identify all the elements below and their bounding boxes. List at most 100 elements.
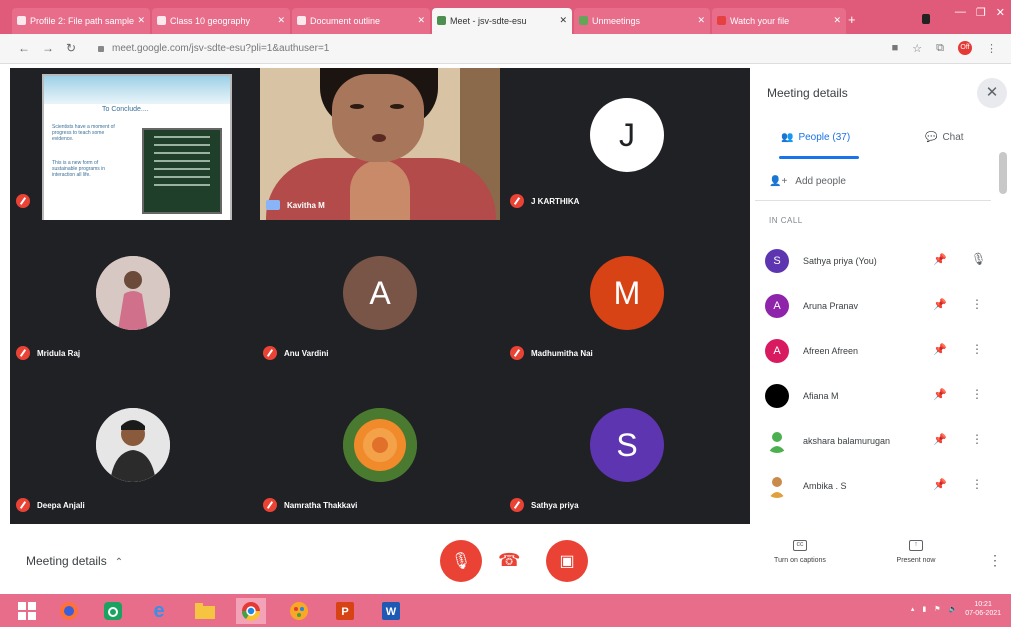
participant-name-tag: Mridula Raj	[16, 346, 80, 360]
more-options-icon[interactable]: ⋮	[971, 297, 983, 311]
tab-close-icon[interactable]: ✕	[137, 15, 145, 26]
camera-toggle-button[interactable]: ▣	[546, 540, 588, 582]
participant-avatar: M	[590, 256, 664, 330]
reload-icon[interactable]: ↻	[66, 41, 76, 55]
back-icon[interactable]: ←	[18, 41, 30, 55]
present-now-button[interactable]: ↑ Present now	[876, 540, 956, 564]
more-options-icon[interactable]: ⋮	[971, 387, 983, 401]
address-bar[interactable]: meet.google.com/jsv-sdte-esu?pli=1&authu…	[98, 39, 878, 59]
mic-icon: 🎙	[971, 252, 987, 266]
participant-tile[interactable]: Namratha Thakkavi	[257, 372, 503, 524]
mic-off-icon	[510, 498, 524, 512]
hang-up-icon[interactable]: ☎	[498, 550, 520, 571]
participant-tile[interactable]: S Sathya priya	[504, 372, 750, 524]
participant-row[interactable]: A Aruna Pranav 📌 ⋮	[765, 283, 995, 328]
active-tab-indicator	[779, 156, 859, 159]
browser-actions: ■ ☆ ⧉ Off ⋮	[892, 41, 997, 55]
pin-icon[interactable]: 📌	[933, 433, 947, 446]
bookmark-star-icon[interactable]: ☆	[912, 42, 922, 55]
active-speaker-video[interactable]: Kavitha M	[260, 68, 500, 220]
browser-tab[interactable]: Class 10 geography ✕	[152, 8, 290, 34]
pin-icon[interactable]: 📌	[933, 253, 947, 266]
volume-icon[interactable]: 🔈	[948, 605, 957, 613]
menu-kebab-icon[interactable]: ⋮	[986, 42, 997, 55]
microphone-toggle-button[interactable]: 🎙	[440, 540, 482, 582]
participant-avatar: A	[765, 338, 789, 363]
forward-icon[interactable]: →	[42, 41, 54, 55]
internet-explorer-icon[interactable]: e	[144, 598, 174, 624]
maximize-icon[interactable]: ❐	[976, 6, 986, 19]
paint-app-icon[interactable]	[284, 598, 314, 624]
pin-icon[interactable]: 📌	[933, 298, 947, 311]
participant-name: Ambika . S	[803, 480, 847, 491]
meeting-stage: To Conclude.... Scientists have a moment…	[10, 68, 750, 524]
browser-tab[interactable]: Watch your file ✕	[712, 8, 846, 34]
tab-close-icon[interactable]: ✕	[277, 15, 285, 26]
more-options-icon[interactable]: ⋮	[971, 342, 983, 356]
flag-icon[interactable]: ⚑	[934, 605, 940, 613]
person-photo-icon	[96, 256, 170, 330]
file-explorer-icon[interactable]	[190, 598, 220, 624]
participant-tile[interactable]: To Conclude.... Scientists have a moment…	[10, 68, 256, 232]
participant-tile[interactable]: Mridula Raj	[10, 220, 256, 372]
minimize-icon[interactable]: —	[955, 6, 966, 19]
sound-app-icon[interactable]	[98, 598, 128, 624]
mic-off-icon: 🎙	[450, 553, 472, 570]
mic-off-icon	[510, 194, 524, 208]
participant-name: Afreen Afreen	[803, 345, 859, 356]
tab-chat[interactable]: 💬 Chat	[925, 132, 964, 143]
extensions-icon[interactable]: ⧉	[936, 42, 944, 55]
participant-tile[interactable]: Deepa Anjali	[10, 372, 256, 524]
svg-text:P: P	[341, 606, 348, 618]
participant-row[interactable]: akshara balamurugan 📌 ⋮	[765, 418, 995, 463]
add-people-button[interactable]: 👤+ Add people	[769, 176, 846, 187]
pin-icon[interactable]: 📌	[933, 478, 947, 491]
tab-close-icon[interactable]: ✕	[697, 15, 705, 26]
participant-tile[interactable]: A Anu Vardini	[257, 220, 503, 372]
browser-tab[interactable]: Profile 2: File path sample ✕	[12, 8, 150, 34]
firefox-icon[interactable]	[54, 598, 84, 624]
pin-icon[interactable]: 📌	[933, 388, 947, 401]
pin-icon[interactable]: 📌	[933, 343, 947, 356]
chrome-icon[interactable]	[236, 598, 266, 624]
mic-off-icon	[16, 194, 30, 208]
participant-tile[interactable]: J J KARTHIKA	[504, 68, 750, 220]
camera-indicator-icon[interactable]: ■	[892, 42, 899, 54]
browser-tab[interactable]: Unmeetings ✕	[574, 8, 710, 34]
close-panel-icon[interactable]: ✕	[977, 78, 1007, 108]
participant-row[interactable]: Afiana M 📌 ⋮	[765, 373, 995, 418]
tray-arrow-icon[interactable]: ▴	[911, 605, 915, 613]
tab-close-icon[interactable]: ✕	[559, 15, 567, 26]
start-button[interactable]	[12, 598, 42, 624]
browser-tab-active[interactable]: Meet - jsv-sdte-esu ✕	[432, 8, 572, 34]
participant-row[interactable]: S Sathya priya (You) 📌 🎙	[765, 238, 995, 283]
participant-avatar: S	[765, 248, 789, 273]
participant-name-tag: Sathya priya	[510, 498, 579, 512]
more-options-icon[interactable]: ⋮	[988, 552, 1002, 569]
extension-badge[interactable]: Off	[958, 41, 972, 55]
browser-tab[interactable]: Document outline ✕	[292, 8, 430, 34]
network-icon[interactable]: ▮	[922, 605, 926, 613]
more-options-icon[interactable]: ⋮	[971, 432, 983, 446]
windows-taskbar: e P W ▴ ▮ ⚑ 🔈 10:21 07-06-2021	[0, 594, 1011, 627]
powerpoint-icon[interactable]: P	[330, 598, 360, 624]
tab-people[interactable]: 👥 People (37)	[781, 132, 850, 143]
system-clock[interactable]: 10:21 07-06-2021	[965, 600, 1001, 618]
panel-scrollbar[interactable]	[999, 152, 1007, 194]
participant-avatar	[765, 473, 789, 498]
tab-close-icon[interactable]: ✕	[833, 15, 841, 26]
participant-avatar: A	[343, 256, 417, 330]
participant-row[interactable]: A Afreen Afreen 📌 ⋮	[765, 328, 995, 373]
captions-button[interactable]: cc Turn on captions	[760, 540, 840, 564]
participant-row[interactable]: Ambika . S 📌 ⋮	[765, 463, 995, 508]
participant-tile[interactable]: M Madhumitha Nai	[504, 220, 750, 372]
close-window-icon[interactable]: ✕	[996, 6, 1005, 19]
tab-close-icon[interactable]: ✕	[417, 15, 425, 26]
participant-name-tag: Namratha Thakkavi	[263, 498, 357, 512]
new-tab-icon[interactable]: +	[848, 12, 856, 27]
more-options-icon[interactable]: ⋮	[971, 477, 983, 491]
slide-title: To Conclude....	[102, 106, 149, 113]
word-icon[interactable]: W	[376, 598, 406, 624]
meeting-details-button[interactable]: Meeting details ⌃	[26, 554, 123, 568]
profile-icon[interactable]	[922, 14, 930, 24]
